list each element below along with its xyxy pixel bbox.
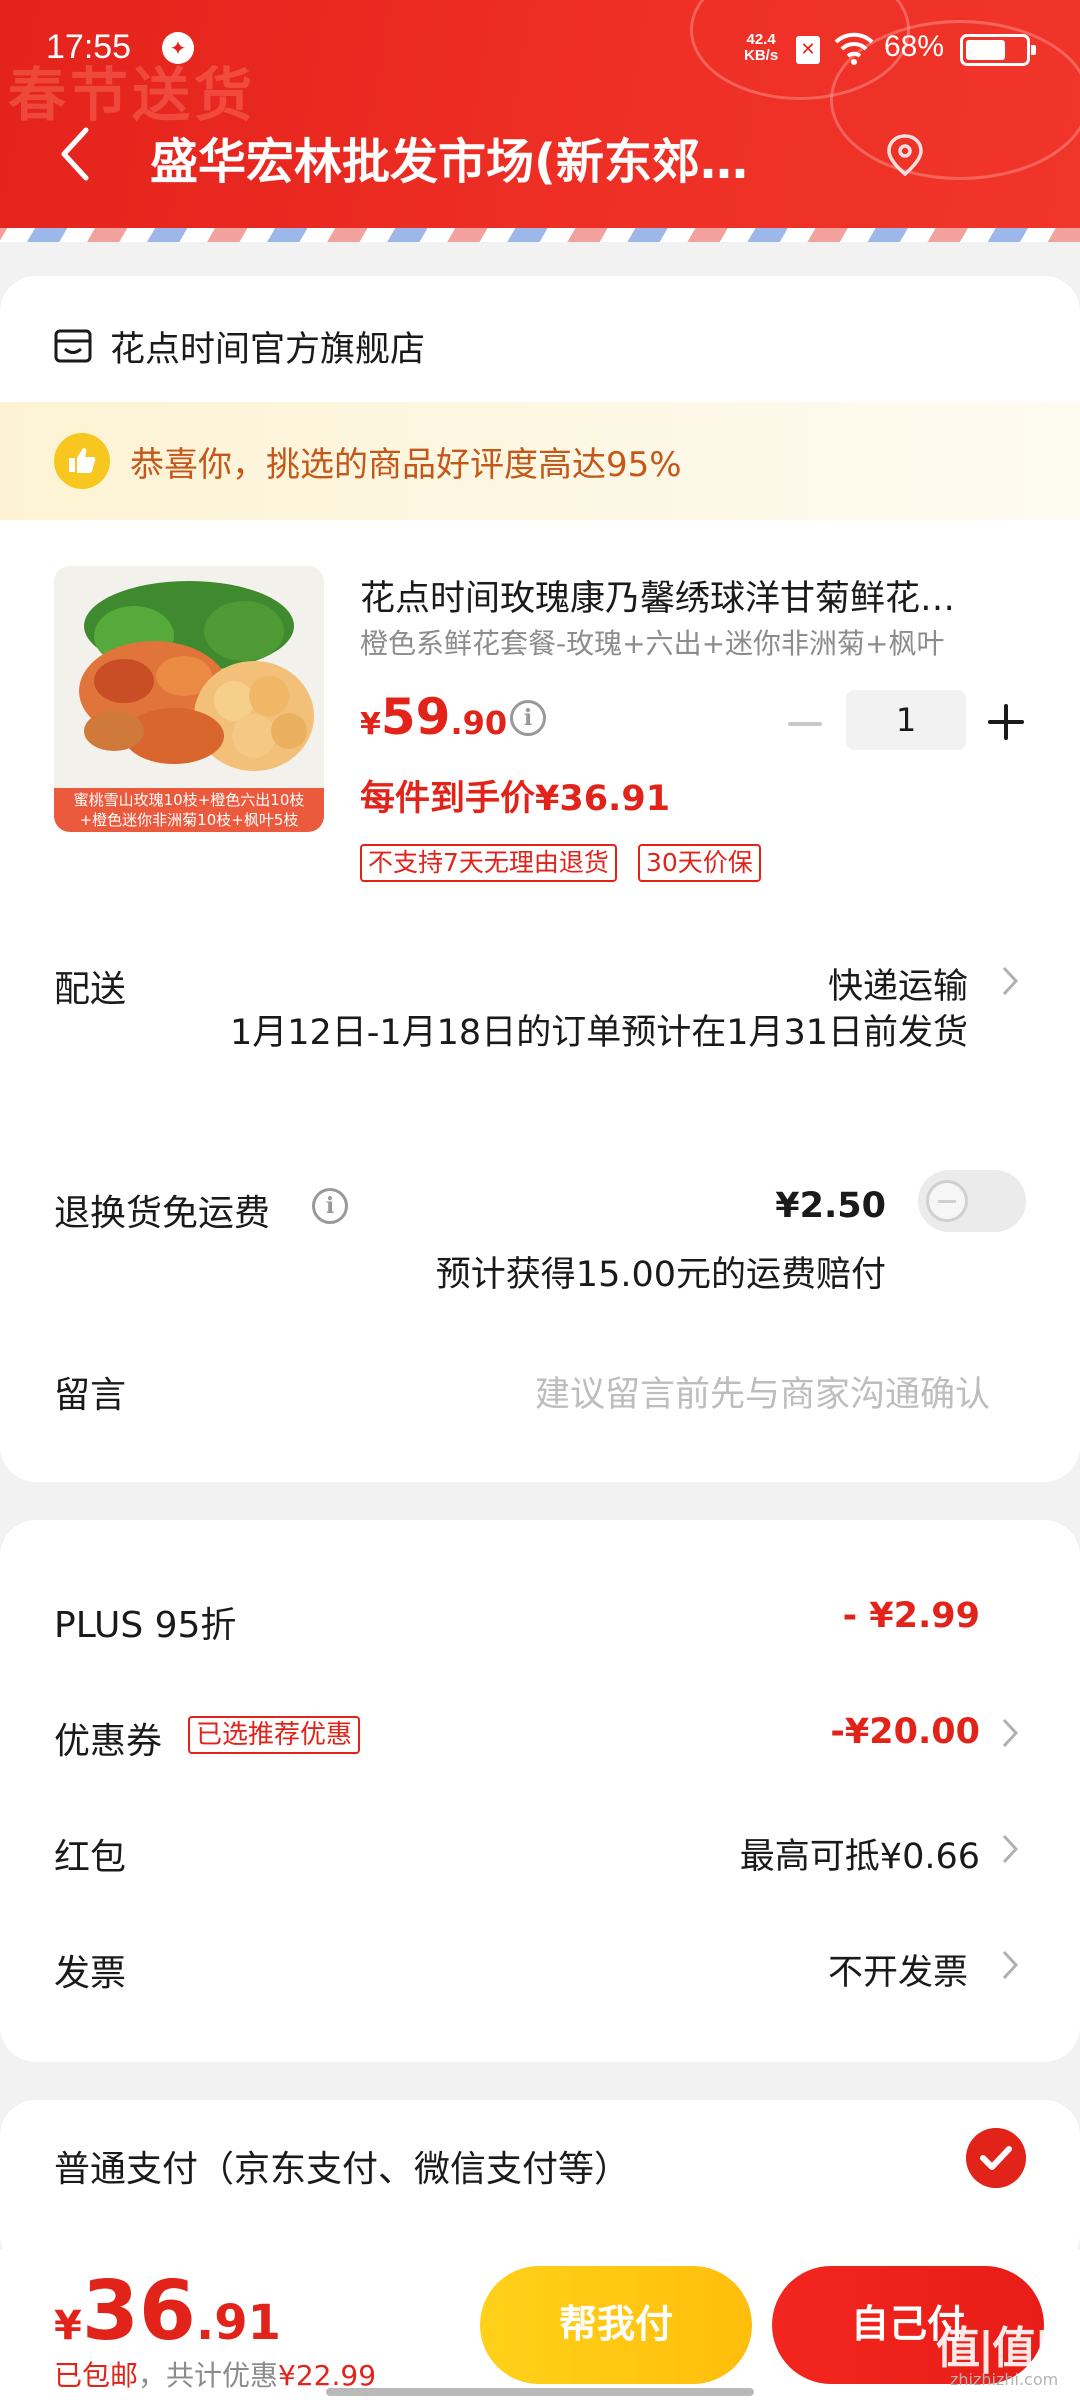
return-shipping-toggle[interactable] [918,1170,1026,1232]
product-image-caption-line: 蜜桃雪山玫瑰10枝+橙色六出10枝 [73,791,305,809]
price-integer: 59 [380,688,451,746]
discount-card: PLUS 95折 - ¥2.99 优惠券 已选推荐优惠 -¥20.00 红包 最… [0,1520,1080,2062]
home-indicator[interactable] [326,2388,754,2396]
quantity-value[interactable]: 1 [846,690,966,750]
return-shipping-label: 退换货免运费 [54,1193,271,1234]
shipping-note: 1月12日-1月18日的订单预计在1月31日前发货 [229,1013,968,1053]
battery-fill [966,40,1005,60]
order-card: 花点时间官方旗舰店 恭喜你，挑选的商品好评度高达95% 蜜桃雪山玫瑰10枝+橙色… [0,276,1080,1482]
shipping-method[interactable]: 快递运输 [828,958,968,1009]
payment-card[interactable]: 普通支付（京东支付、微信支付等） [0,2100,1080,2270]
note-label: 留言 [54,1375,127,1416]
status-time: 17:55 [46,28,132,66]
product-image-caption-line: +橙色迷你非洲菊10枝+枫叶5枝 [79,811,299,829]
product-title[interactable]: 花点时间玫瑰康乃馨绣球洋甘菊鲜花… [360,570,1026,621]
note-input[interactable]: 建议留言前先与商家沟通确认 [410,1366,990,1417]
info-icon[interactable]: i [510,700,546,736]
network-speed-unit: KB/s [744,47,779,64]
red-packet-value[interactable]: 最高可抵¥0.66 [740,1828,980,1879]
chevron-right-icon[interactable] [1000,964,1020,998]
battery-percentage: 68% [884,30,945,63]
quantity-increase-button[interactable] [984,700,1028,744]
total-symbol: ¥ [54,2303,82,2349]
coupon-label: 优惠券 [54,1721,163,1762]
free-shipping-text: 已包邮 [54,2359,139,2392]
sim-card-icon: ✕ [796,36,820,64]
plus-discount-value: - ¥2.99 [842,1596,980,1636]
coupon-recommend-tag: 已选推荐优惠 [188,1716,361,1754]
plus-discount-label: PLUS 95折 [54,1605,237,1646]
product-price: ¥ 59 .90 [360,688,507,746]
chevron-right-icon[interactable] [1000,1948,1020,1982]
product-image[interactable]: 蜜桃雪山玫瑰10枝+橙色六出10枝 +橙色迷你非洲菊10枝+枫叶5枝 [54,566,324,832]
address-title[interactable]: 盛华宏林批发市场(新东郊… [150,122,830,192]
coupon-value[interactable]: -¥20.00 [830,1712,980,1752]
network-speed: 42.4 KB/s [744,32,778,64]
price-symbol: ¥ [360,707,381,742]
network-speed-value: 42.4 [746,31,776,48]
bouquet-illustration [54,566,324,788]
chevron-right-icon[interactable] [1000,1832,1020,1866]
praise-text: 恭喜你，挑选的商品好评度高达95% [130,444,682,485]
total-integer: 36 [81,2264,196,2359]
return-shipping-price: ¥2.50 [775,1186,886,1226]
product-image-caption: 蜜桃雪山玫瑰10枝+橙色六出10枝 +橙色迷你非洲菊10枝+枫叶5枝 [54,788,324,832]
payment-method-label: 普通支付（京东支付、微信支付等） [54,2149,631,2190]
header: 春节送货 17:55 ✦ 42.4 KB/s ✕ 68% 盛华宏林批发市场(新东… [0,0,1080,230]
store-row[interactable]: 花点时间官方旗舰店 [54,316,425,376]
invoice-value[interactable]: 不开发票 [828,1944,968,1995]
info-icon[interactable]: i [312,1188,348,1224]
store-name: 花点时间官方旗舰店 [110,329,426,370]
checkout-bar: ¥ 36 .91 已包邮，共计优惠¥22.99 帮我付 自己付 [0,2250,1080,2400]
total-decimal: .91 [195,2295,281,2351]
wifi-icon [834,32,874,65]
product-spec[interactable]: 橙色系鲜花套餐-玫瑰+六出+迷你非洲菊+枫叶 [360,622,1026,662]
shipping-label: 配送 [54,969,127,1010]
airmail-stripe [0,228,1080,242]
total-price: ¥ 36 .91 [54,2264,281,2359]
discount-text: ，共计优惠 [138,2359,279,2392]
price-decimal: .90 [450,704,508,742]
price-protect-tag: 30天价保 [638,844,761,882]
app-notification-icon: ✦ [162,32,194,64]
quantity-decrease-button[interactable] [784,702,828,746]
final-unit-price: 每件到手价¥36.91 [360,779,671,819]
chevron-right-icon[interactable] [1000,1716,1020,1750]
invoice-label: 发票 [54,1953,127,1994]
battery-icon [960,34,1036,66]
status-bar: 17:55 ✦ 42.4 KB/s ✕ 68% [0,0,1080,100]
check-icon[interactable] [966,2128,1026,2188]
help-pay-button[interactable]: 帮我付 [480,2266,752,2384]
watermark-url: zhizhizhi.com [950,2370,1059,2389]
no-return-tag: 不支持7天无理由退货 [360,844,617,882]
return-shipping-compensation: 预计获得15.00元的运费赔付 [435,1255,886,1295]
store-icon [54,329,92,363]
praise-banner: 恭喜你，挑选的商品好评度高达95% [0,402,1080,520]
chevron-left-icon[interactable] [56,124,96,184]
red-packet-label: 红包 [54,1837,127,1878]
thumbs-up-icon [54,433,110,489]
toggle-knob [926,1180,968,1222]
location-pin-icon[interactable] [880,130,930,180]
